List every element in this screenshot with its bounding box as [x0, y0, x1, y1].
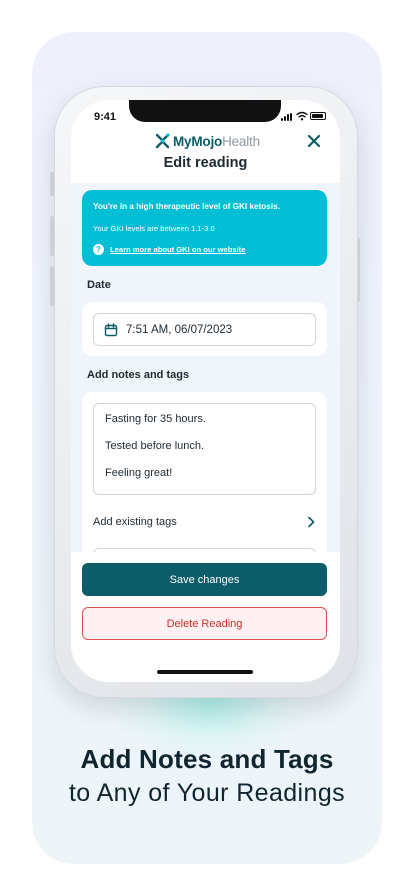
close-button[interactable]: [305, 132, 323, 150]
marketing-headline: Add Notes and Tags: [80, 744, 334, 774]
date-picker-field[interactable]: 7:51 AM, 06/07/2023: [93, 313, 316, 346]
gki-info-banner: You're in a high therapeutic level of GK…: [82, 190, 327, 266]
action-footer: Save changes Delete Reading: [71, 552, 340, 682]
phone-notch: [129, 100, 281, 122]
phone-screen: 9:41 MyMojoHealth Edit reading You're in…: [71, 100, 340, 682]
logo-text-mojo: Mojo: [191, 133, 223, 149]
app-logo: MyMojoHealth: [155, 132, 260, 150]
logo-text-health: Health: [222, 133, 260, 149]
page-title: Edit reading: [163, 155, 248, 171]
marketing-subline: to Any of Your Readings: [68, 779, 346, 807]
save-changes-button[interactable]: Save changes: [82, 563, 327, 596]
battery-icon: [310, 112, 326, 120]
learn-more-link-text[interactable]: Learn more about GKI on our website: [110, 245, 245, 254]
learn-more-link[interactable]: ? Learn more about GKI on our website: [93, 244, 245, 255]
signal-icon: [281, 113, 293, 121]
date-card: 7:51 AM, 06/07/2023: [82, 302, 327, 356]
delete-reading-button[interactable]: Delete Reading: [82, 607, 327, 640]
chevron-right-icon: [308, 516, 315, 528]
banner-subtitle: Your GKI levels are between 1.1-3.0: [93, 224, 215, 233]
help-icon: ?: [93, 244, 104, 255]
add-existing-tags-label: Add existing tags: [93, 516, 177, 528]
home-indicator: [157, 670, 253, 674]
notes-section-label: Add notes and tags: [87, 369, 190, 381]
logo-icon: [155, 133, 170, 149]
date-section-label: Date: [87, 279, 111, 291]
notes-textarea[interactable]: Fasting for 35 hours. Tested before lunc…: [93, 403, 316, 495]
close-icon: [307, 134, 321, 148]
notes-card: Fasting for 35 hours. Tested before lunc…: [82, 392, 327, 568]
add-existing-tags-row[interactable]: Add existing tags: [93, 510, 316, 534]
notes-line: Fasting for 35 hours.: [105, 413, 206, 425]
banner-title: You're in a high therapeutic level of GK…: [93, 202, 280, 211]
notes-line: Feeling great!: [105, 467, 173, 479]
wifi-icon: [296, 111, 308, 121]
status-time: 9:41: [94, 111, 117, 123]
logo-text-my: My: [173, 133, 192, 149]
status-icons: [281, 111, 329, 121]
notes-line: Tested before lunch.: [105, 440, 205, 452]
date-value: 7:51 AM, 06/07/2023: [126, 323, 233, 336]
scroll-content[interactable]: You're in a high therapeutic level of GK…: [71, 183, 340, 568]
calendar-icon: [104, 322, 118, 336]
